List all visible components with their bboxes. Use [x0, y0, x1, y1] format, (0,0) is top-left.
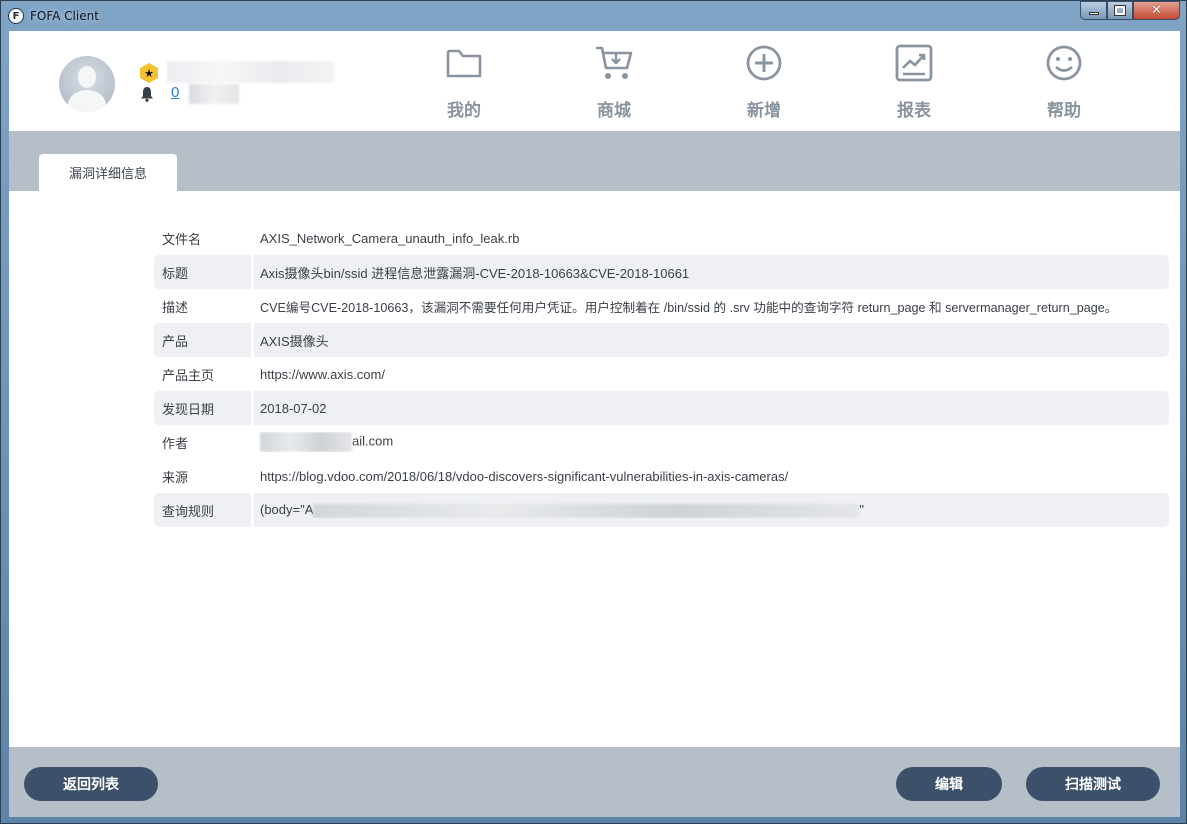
- detail-key: 查询规则: [154, 493, 254, 527]
- detail-row-author: 作者 ail.com: [154, 425, 1169, 459]
- author-email-suffix: ail.com: [352, 433, 394, 449]
- detail-value: Axis摄像头bin/ssid 进程信息泄露漏洞-CVE-2018-10663&…: [260, 265, 690, 281]
- detail-key: 发现日期: [154, 391, 254, 425]
- nav-label: 帮助: [1047, 101, 1081, 121]
- detail-row-title: 标题 Axis摄像头bin/ssid 进程信息泄露漏洞-CVE-2018-106…: [154, 255, 1169, 289]
- nav-item-store[interactable]: 商城: [539, 43, 689, 121]
- nav-label: 报表: [897, 101, 931, 121]
- main-nav: 我的 商城 新增 报表 帮助: [389, 43, 1139, 121]
- close-button[interactable]: ✕: [1133, 1, 1180, 20]
- nav-item-add[interactable]: 新增: [689, 43, 839, 121]
- maximize-icon: [1114, 5, 1126, 16]
- detail-key: 产品主页: [162, 367, 215, 383]
- app-window: F FOFA Client ✕ ★ 0 我的 商城 新增 报表 帮助 漏洞详细信…: [0, 0, 1187, 824]
- scan-test-button[interactable]: 扫描测试: [1026, 767, 1160, 801]
- window-controls: ✕: [1080, 1, 1180, 20]
- tab-strip: 漏洞详细信息: [9, 131, 1180, 191]
- detail-row-homepage: 产品主页 https://www.axis.com/: [154, 357, 1169, 391]
- back-to-list-button[interactable]: 返回列表: [24, 767, 158, 801]
- smiley-icon: [1046, 45, 1082, 81]
- chart-icon: [895, 44, 933, 82]
- bottom-action-bar: 返回列表 编辑 扫描测试: [9, 747, 1180, 817]
- nav-item-report[interactable]: 报表: [839, 43, 989, 121]
- notice-text-redacted: [189, 84, 239, 104]
- detail-row-description: 描述 CVE编号CVE-2018-10663，该漏洞不需要任何用户凭证。用户控制…: [154, 289, 1169, 323]
- nav-label: 我的: [447, 101, 481, 121]
- detail-value: AXIS摄像头: [260, 333, 329, 349]
- avatar-body-shape: [68, 90, 106, 112]
- minimize-icon: [1088, 12, 1099, 15]
- app-logo-icon: F: [9, 9, 23, 23]
- detail-value: AXIS_Network_Camera_unauth_info_leak.rb: [260, 230, 520, 246]
- detail-row-product: 产品 AXIS摄像头: [154, 323, 1169, 357]
- detail-key: 作者: [162, 435, 189, 451]
- detail-row-query-rule: 查询规则 (body="A ": [154, 493, 1169, 527]
- window-title: FOFA Client: [30, 9, 99, 23]
- vuln-details-table: 文件名 AXIS_Network_Camera_unauth_info_leak…: [154, 221, 1169, 527]
- author-redacted: [260, 432, 352, 452]
- detail-value: ail.com: [254, 432, 393, 452]
- detail-key: 标题: [154, 255, 254, 289]
- folder-icon: [446, 49, 482, 78]
- username-redacted: [167, 61, 335, 83]
- title-bar[interactable]: F FOFA Client ✕: [1, 1, 1186, 31]
- detail-key: 描述: [162, 299, 189, 315]
- level-glyph: ★: [144, 66, 154, 80]
- avatar[interactable]: [59, 56, 115, 112]
- edit-button[interactable]: 编辑: [896, 767, 1002, 801]
- client-area: ★ 0 我的 商城 新增 报表 帮助 漏洞详细信息 文件名 AXIS_Netwo…: [9, 31, 1180, 817]
- query-suffix: ": [859, 502, 865, 518]
- maximize-button[interactable]: [1107, 1, 1133, 20]
- bell-icon[interactable]: [140, 86, 154, 102]
- detail-key: 产品: [154, 323, 254, 357]
- detail-value: https://blog.vdoo.com/2018/06/18/vdoo-di…: [260, 468, 789, 484]
- cart-icon: [596, 46, 633, 79]
- plus-circle-icon: [746, 45, 782, 81]
- detail-key: 来源: [162, 469, 189, 485]
- star-icon: ★: [140, 63, 158, 83]
- detail-row-source: 来源 https://blog.vdoo.com/2018/06/18/vdoo…: [154, 459, 1169, 493]
- avatar-head-shape: [78, 66, 96, 88]
- nav-label: 新增: [747, 101, 781, 121]
- query-redacted: [313, 503, 860, 518]
- nav-item-help[interactable]: 帮助: [989, 43, 1139, 121]
- detail-row-date: 发现日期 2018-07-02: [154, 391, 1169, 425]
- minimize-button[interactable]: [1080, 1, 1107, 20]
- detail-value: (body="A ": [254, 502, 864, 518]
- nav-label: 商城: [597, 101, 631, 121]
- detail-key: 文件名: [162, 231, 202, 247]
- detail-value: https://www.axis.com/: [260, 366, 385, 382]
- detail-value: CVE编号CVE-2018-10663，该漏洞不需要任何用户凭证。用户控制着在 …: [260, 300, 1118, 315]
- notification-count-link[interactable]: 0: [171, 84, 179, 101]
- query-prefix: (body="A: [260, 502, 314, 518]
- tab-vuln-details[interactable]: 漏洞详细信息: [39, 154, 177, 191]
- detail-row-filename: 文件名 AXIS_Network_Camera_unauth_info_leak…: [154, 221, 1169, 255]
- header: ★ 0 我的 商城 新增 报表 帮助: [9, 31, 1180, 131]
- nav-item-mine[interactable]: 我的: [389, 43, 539, 121]
- detail-value: 2018-07-02: [260, 400, 327, 416]
- close-icon: ✕: [1151, 3, 1162, 18]
